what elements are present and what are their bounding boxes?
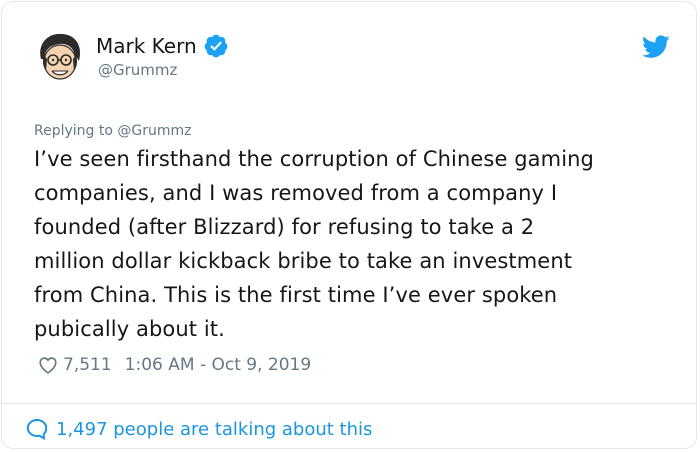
twitter-bird-icon[interactable] — [642, 35, 670, 59]
author-name-row[interactable]: Mark Kern — [96, 32, 229, 60]
tweet-line: founded (after Blizzard) for refusing to… — [34, 215, 535, 239]
like-count[interactable]: 7,511 — [63, 355, 112, 375]
tweet-meta: 7,511 1:06 AM - Oct 9, 2019 — [37, 352, 311, 378]
avatar[interactable] — [31, 29, 87, 85]
replying-to[interactable]: Replying to @Grummz — [34, 121, 191, 141]
tweet-timestamp[interactable]: 1:06 AM - Oct 9, 2019 — [125, 355, 312, 375]
speech-bubble-icon — [26, 418, 48, 441]
talking-label[interactable]: 1,497 people are talking about this — [56, 419, 372, 440]
author-handle[interactable]: @Grummz — [98, 59, 177, 81]
heart-icon[interactable] — [37, 354, 59, 376]
tweet-line: I’ve seen firsthand the corruption of Ch… — [34, 147, 594, 171]
tweet-line: pubically about it. — [34, 317, 225, 341]
tweet-line: companies, and I was removed from a comp… — [34, 181, 558, 205]
verified-badge-icon — [204, 34, 228, 58]
conversation-link[interactable]: 1,497 people are talking about this — [25, 415, 372, 443]
tweet-card: Mark Kern @Grummz Replying to @Grummz I’… — [1, 1, 697, 449]
tweet-text: I’ve seen firsthand the corruption of Ch… — [34, 142, 684, 346]
cartoon-avatar-icon — [31, 29, 87, 85]
display-name[interactable]: Mark Kern — [96, 32, 197, 60]
tweet-line: million dollar kickback bribe to take an… — [34, 249, 573, 273]
divider — [2, 403, 696, 404]
tweet-line: from China. This is the first time I’ve … — [34, 283, 558, 307]
